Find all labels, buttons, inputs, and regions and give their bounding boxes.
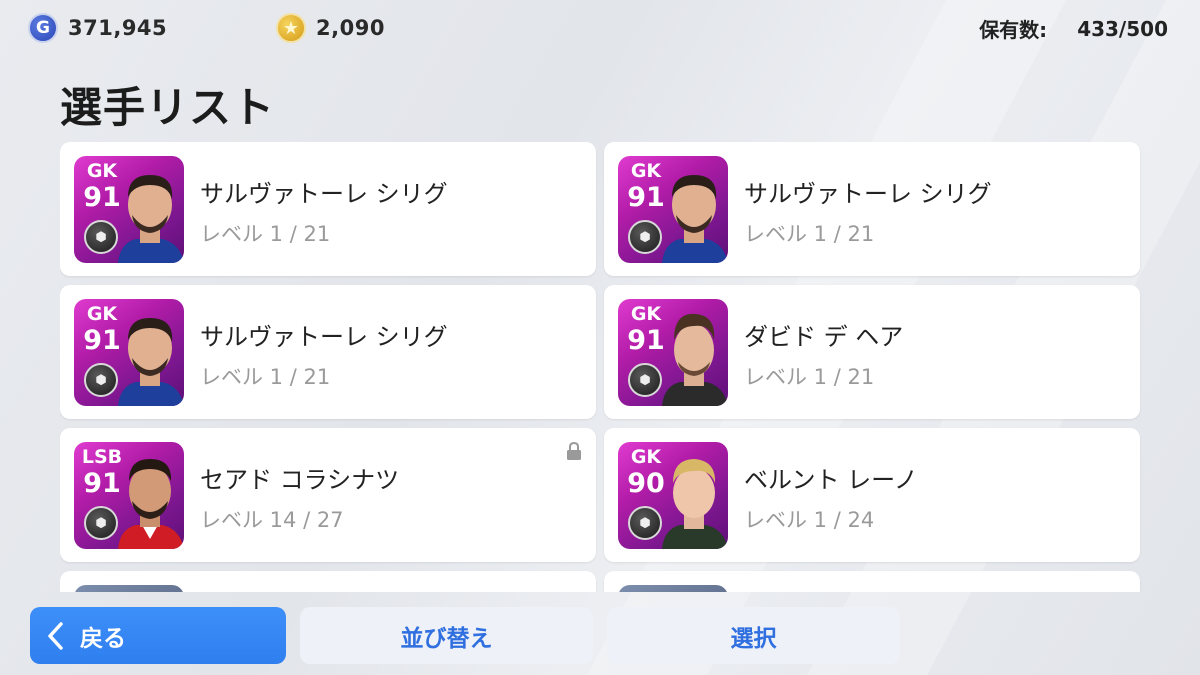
player-thumbnail: GK 90 ⬢	[618, 442, 728, 549]
coin-value: 2,090	[316, 16, 385, 40]
player-face-icon	[662, 459, 728, 549]
player-name: ダビド デ ヘア	[744, 323, 904, 351]
player-name: サルヴァトーレ シリグ	[200, 180, 448, 208]
sort-button-label: 並び替え	[400, 625, 493, 652]
player-card[interactable]	[60, 571, 596, 592]
back-button-label: 戻る	[80, 625, 126, 652]
player-face-icon	[662, 313, 728, 406]
shield-icon: ⬢	[84, 220, 118, 254]
top-bar: G 371,945 ★ 2,090 保有数: 433/500	[0, 0, 1200, 56]
player-face-icon	[118, 318, 184, 406]
player-card[interactable]: GK 90 ⬢ ベルント レーノ レベル 1 / 24	[604, 428, 1140, 562]
shield-icon: ⬢	[84, 506, 118, 540]
player-level: レベル 1 / 21	[744, 222, 875, 246]
player-thumbnail	[74, 585, 184, 592]
player-thumbnail: LSB 91 ⬢	[74, 442, 184, 549]
player-face-icon	[662, 175, 728, 263]
player-thumbnail: GK 91 ⬢	[618, 156, 728, 263]
player-name: ベルント レーノ	[744, 466, 918, 494]
select-button[interactable]: 選択	[607, 607, 900, 664]
player-thumbnail: GK 91 ⬢	[74, 299, 184, 406]
player-thumbnail: GK 91 ⬢	[618, 299, 728, 406]
player-list: GK 91 ⬢ サルヴァトーレ シリグ レベル 1 / 21 GK 91 ⬢ サ…	[60, 142, 1142, 592]
page-title: 選手リスト	[60, 83, 276, 132]
player-level: レベル 1 / 21	[200, 365, 331, 389]
gp-coin-icon: G	[28, 13, 58, 43]
player-card[interactable]: LSB 91 ⬢ セアド コラシナツ レベル 14 / 27	[60, 428, 596, 562]
player-thumbnail	[618, 585, 728, 592]
player-name: セアド コラシナツ	[200, 466, 400, 494]
star-coin-icon: ★	[276, 13, 306, 43]
shield-icon: ⬢	[628, 363, 662, 397]
shield-icon: ⬢	[628, 220, 662, 254]
ownership-value: 433/500	[1077, 16, 1168, 41]
player-card[interactable]: GK 91 ⬢ サルヴァトーレ シリグ レベル 1 / 21	[604, 142, 1140, 276]
player-card[interactable]: GK 91 ⬢ サルヴァトーレ シリグ レベル 1 / 21	[60, 285, 596, 419]
player-face-icon	[118, 175, 184, 263]
chevron-left-icon	[48, 621, 63, 650]
player-card[interactable]: GK 91 ⬢ サルヴァトーレ シリグ レベル 1 / 21	[60, 142, 596, 276]
player-level: レベル 1 / 24	[744, 508, 875, 532]
player-thumbnail: GK 91 ⬢	[74, 156, 184, 263]
sort-button[interactable]: 並び替え	[300, 607, 593, 664]
lock-icon	[567, 442, 581, 460]
player-card[interactable]	[604, 571, 1140, 592]
player-level: レベル 14 / 27	[200, 508, 344, 532]
coin-counter: ★ 2,090	[276, 12, 385, 44]
ownership-label: 保有数:	[979, 18, 1048, 42]
player-level: レベル 1 / 21	[744, 365, 875, 389]
player-name: サルヴァトーレ シリグ	[744, 180, 992, 208]
player-face-icon	[118, 459, 184, 549]
player-level: レベル 1 / 21	[200, 222, 331, 246]
back-button[interactable]: 戻る	[30, 607, 286, 664]
shield-icon: ⬢	[628, 506, 662, 540]
ownership-counter: 保有数: 433/500	[979, 14, 1168, 43]
select-button-label: 選択	[730, 625, 777, 652]
gp-counter: G 371,945	[28, 12, 167, 44]
player-name: サルヴァトーレ シリグ	[200, 323, 448, 351]
shield-icon: ⬢	[84, 363, 118, 397]
gp-value: 371,945	[68, 16, 168, 40]
player-card[interactable]: GK 91 ⬢ ダビド デ ヘア レベル 1 / 21	[604, 285, 1140, 419]
